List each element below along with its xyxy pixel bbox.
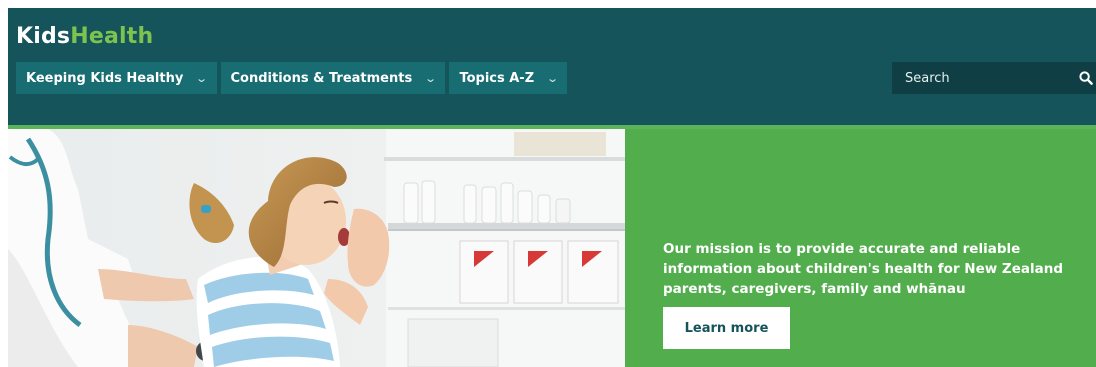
nav-keeping-kids-healthy[interactable]: Keeping Kids Healthy ⌄ [16, 62, 217, 94]
logo-health: Health [70, 24, 154, 49]
mission-panel: Our mission is to provide accurate and r… [625, 129, 1096, 367]
page: KidsHealth Keeping Kids Healthy ⌄ Condit… [0, 0, 1096, 367]
chevron-down-icon: ⌄ [195, 71, 209, 85]
nav-label: Keeping Kids Healthy [26, 70, 184, 86]
mission-statement: Our mission is to provide accurate and r… [663, 241, 1063, 297]
search-input[interactable] [892, 62, 1075, 94]
search-box [892, 62, 1096, 94]
kidshealth-logo[interactable]: KidsHealth [16, 24, 153, 49]
nav-label: Topics A-Z [459, 70, 535, 86]
chevron-down-icon: ⌄ [424, 71, 438, 85]
learn-more-button[interactable]: Learn more [663, 307, 790, 349]
chevron-down-icon: ⌄ [546, 71, 560, 85]
hero-image-child-coughing [8, 129, 625, 367]
main-nav: Keeping Kids Healthy ⌄ Conditions & Trea… [16, 62, 568, 94]
logo-kids: Kids [16, 24, 71, 49]
search-icon[interactable] [1075, 62, 1096, 94]
site-header: KidsHealth Keeping Kids Healthy ⌄ Condit… [8, 8, 1096, 125]
nav-conditions-treatments[interactable]: Conditions & Treatments ⌄ [220, 62, 446, 94]
nav-topics-a-z[interactable]: Topics A-Z ⌄ [449, 62, 568, 94]
nav-label: Conditions & Treatments [230, 70, 413, 86]
